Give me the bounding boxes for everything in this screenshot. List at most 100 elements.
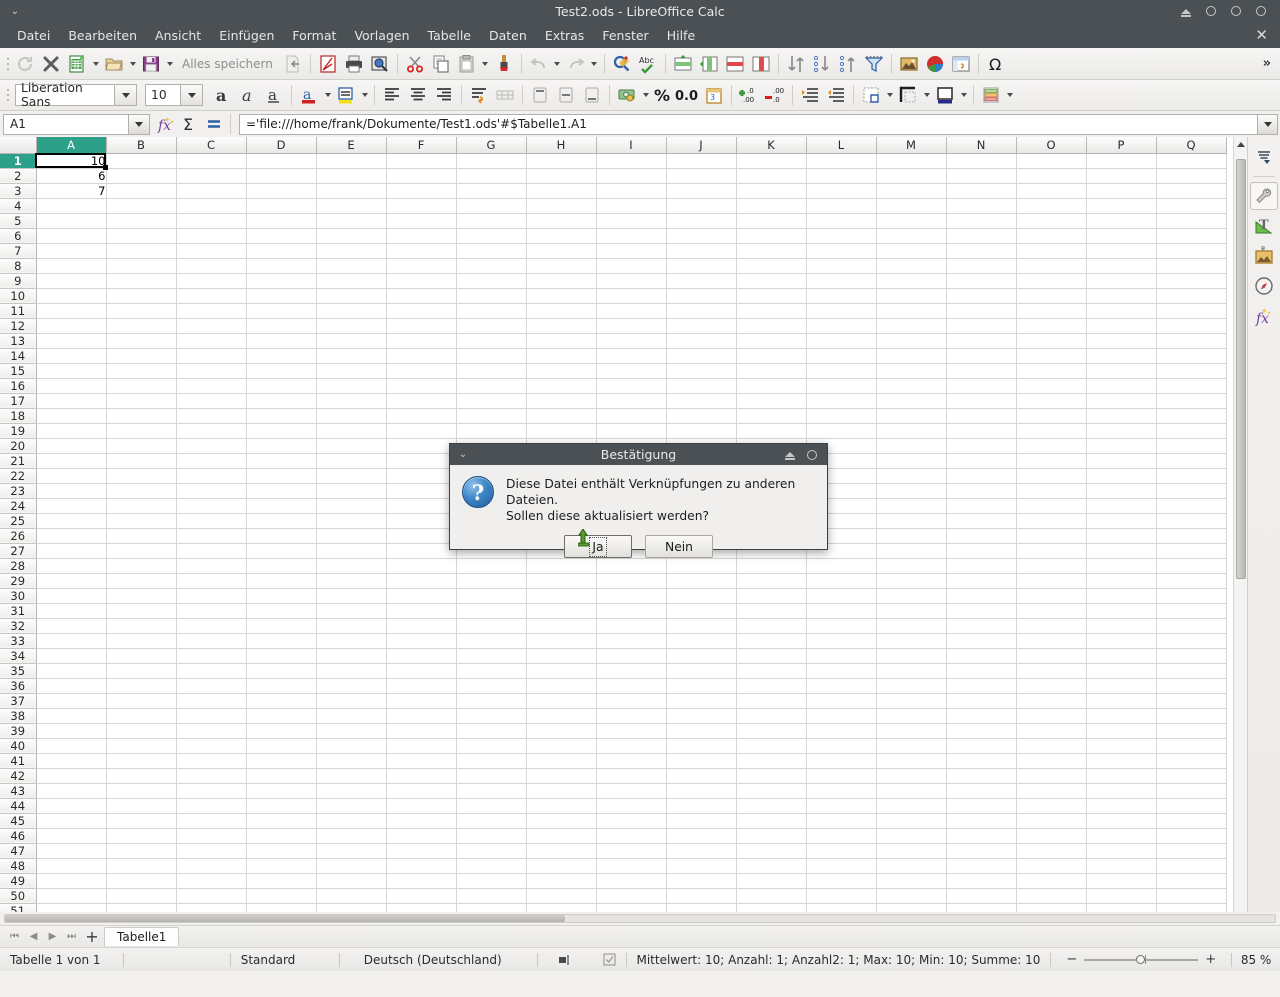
row-header-12[interactable]: 12	[0, 318, 36, 333]
cell-J34[interactable]	[666, 648, 736, 663]
cell-F3[interactable]	[386, 183, 456, 198]
cell-I30[interactable]	[596, 588, 666, 603]
cell-J9[interactable]	[666, 273, 736, 288]
cell-E4[interactable]	[316, 198, 386, 213]
cell-P7[interactable]	[1086, 243, 1156, 258]
cell-Q14[interactable]	[1156, 348, 1226, 363]
cell-L38[interactable]	[806, 708, 876, 723]
cell-J7[interactable]	[666, 243, 736, 258]
horizontal-scrollbar[interactable]	[4, 914, 1276, 923]
cell-M32[interactable]	[876, 618, 946, 633]
cell-Q19[interactable]	[1156, 423, 1226, 438]
font-size-input[interactable]: 10	[145, 84, 181, 106]
row-header-41[interactable]: 41	[0, 753, 36, 768]
cell-H8[interactable]	[526, 258, 596, 273]
cell-H46[interactable]	[526, 828, 596, 843]
cell-C46[interactable]	[176, 828, 246, 843]
cell-E39[interactable]	[316, 723, 386, 738]
cell-Q25[interactable]	[1156, 513, 1226, 528]
cell-J13[interactable]	[666, 333, 736, 348]
cell-P24[interactable]	[1086, 498, 1156, 513]
vertical-scrollbar[interactable]	[1233, 137, 1247, 912]
cell-O26[interactable]	[1016, 528, 1086, 543]
cell-A4[interactable]	[36, 198, 106, 213]
cell-B35[interactable]	[106, 663, 176, 678]
cell-P23[interactable]	[1086, 483, 1156, 498]
cell-P37[interactable]	[1086, 693, 1156, 708]
cell-Q10[interactable]	[1156, 288, 1226, 303]
paste-dropdown[interactable]	[480, 51, 491, 77]
delete-row-icon[interactable]	[722, 51, 748, 77]
row-header-30[interactable]: 30	[0, 588, 36, 603]
cell-F50[interactable]	[386, 888, 456, 903]
cell-G39[interactable]	[456, 723, 526, 738]
cell-G5[interactable]	[456, 213, 526, 228]
cell-P14[interactable]	[1086, 348, 1156, 363]
horizontal-scroll-thumb[interactable]	[5, 915, 565, 922]
cell-Q1[interactable]	[1156, 153, 1226, 168]
cell-M42[interactable]	[876, 768, 946, 783]
fill-handle[interactable]	[103, 165, 108, 170]
cell-D47[interactable]	[246, 843, 316, 858]
cell-N9[interactable]	[946, 273, 1016, 288]
sort-ascending-icon[interactable]	[809, 51, 835, 77]
menu-bearbeiten[interactable]: Bearbeiten	[59, 25, 146, 46]
align-bottom-icon[interactable]	[579, 82, 605, 108]
cell-J33[interactable]	[666, 633, 736, 648]
cell-H43[interactable]	[526, 783, 596, 798]
cell-I8[interactable]	[596, 258, 666, 273]
cell-C34[interactable]	[176, 648, 246, 663]
cell-I10[interactable]	[596, 288, 666, 303]
cell-L41[interactable]	[806, 753, 876, 768]
cell-J50[interactable]	[666, 888, 736, 903]
cell-B8[interactable]	[106, 258, 176, 273]
cell-D35[interactable]	[246, 663, 316, 678]
cell-C49[interactable]	[176, 873, 246, 888]
cell-D31[interactable]	[246, 603, 316, 618]
cell-D36[interactable]	[246, 678, 316, 693]
cell-Q49[interactable]	[1156, 873, 1226, 888]
cell-O48[interactable]	[1016, 858, 1086, 873]
cell-N19[interactable]	[946, 423, 1016, 438]
cell-A47[interactable]	[36, 843, 106, 858]
toolbar-grip[interactable]	[3, 53, 12, 75]
spelling-icon[interactable]: Abc	[635, 51, 661, 77]
cell-P34[interactable]	[1086, 648, 1156, 663]
cell-O44[interactable]	[1016, 798, 1086, 813]
cell-F6[interactable]	[386, 228, 456, 243]
sum-icon[interactable]: Σ	[178, 111, 202, 137]
cell-M46[interactable]	[876, 828, 946, 843]
cell-A31[interactable]	[36, 603, 106, 618]
cell-A2[interactable]: 6	[36, 168, 106, 183]
cell-N41[interactable]	[946, 753, 1016, 768]
column-header-B[interactable]: B	[106, 137, 176, 153]
cell-N10[interactable]	[946, 288, 1016, 303]
cell-C2[interactable]	[176, 168, 246, 183]
cell-G42[interactable]	[456, 768, 526, 783]
cell-O9[interactable]	[1016, 273, 1086, 288]
menu-einfuegen[interactable]: Einfügen	[210, 25, 283, 46]
zoom-slider[interactable]: − +	[1051, 952, 1231, 967]
cell-G31[interactable]	[456, 603, 526, 618]
pivot-table-icon[interactable]	[948, 51, 974, 77]
cell-C31[interactable]	[176, 603, 246, 618]
cell-G41[interactable]	[456, 753, 526, 768]
cell-K5[interactable]	[736, 213, 806, 228]
cell-G34[interactable]	[456, 648, 526, 663]
cell-P9[interactable]	[1086, 273, 1156, 288]
cell-H42[interactable]	[526, 768, 596, 783]
cell-F27[interactable]	[386, 543, 456, 558]
cell-E6[interactable]	[316, 228, 386, 243]
cell-B34[interactable]	[106, 648, 176, 663]
cell-A13[interactable]	[36, 333, 106, 348]
cell-O27[interactable]	[1016, 543, 1086, 558]
row-header-28[interactable]: 28	[0, 558, 36, 573]
cell-B42[interactable]	[106, 768, 176, 783]
cell-C10[interactable]	[176, 288, 246, 303]
cell-G40[interactable]	[456, 738, 526, 753]
cell-I19[interactable]	[596, 423, 666, 438]
menu-tabelle[interactable]: Tabelle	[419, 25, 481, 46]
select-all-corner[interactable]	[0, 137, 36, 153]
cell-O39[interactable]	[1016, 723, 1086, 738]
cell-N34[interactable]	[946, 648, 1016, 663]
